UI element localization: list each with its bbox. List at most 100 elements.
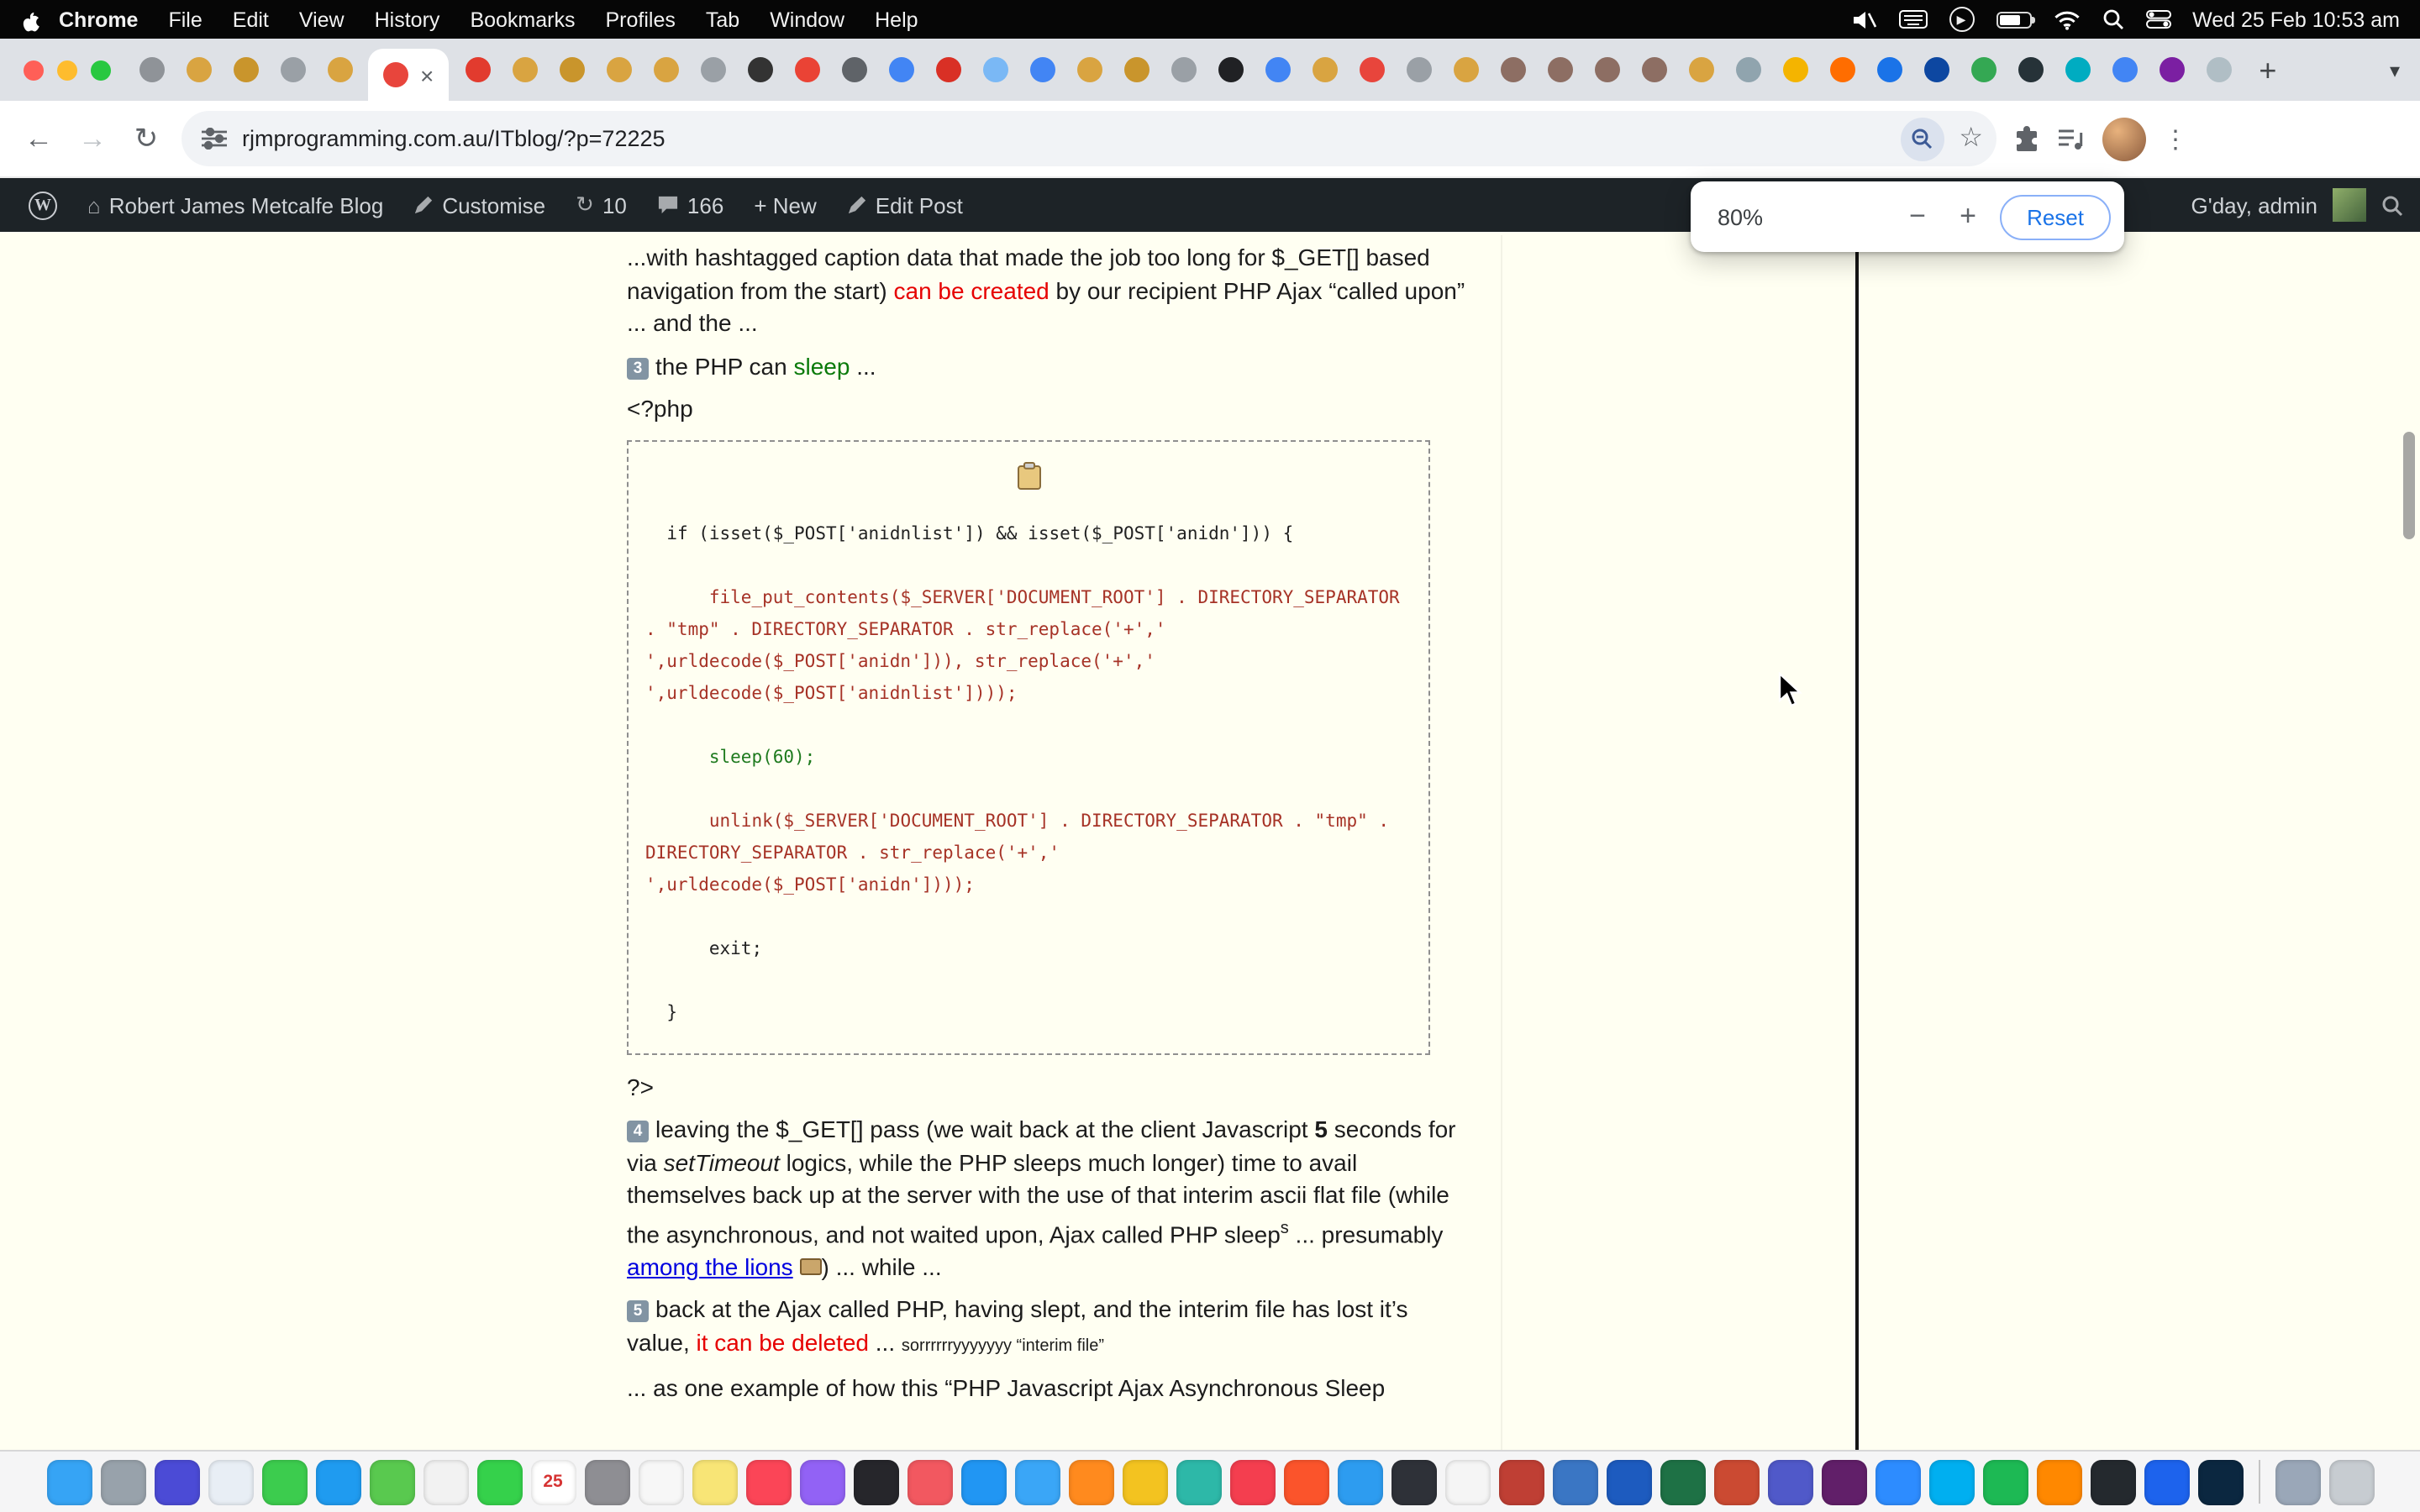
dock-excel-icon[interactable] xyxy=(1660,1459,1705,1504)
dock-downloads-icon[interactable] xyxy=(2275,1459,2320,1504)
tab-12[interactable] xyxy=(700,57,725,82)
tab-35[interactable] xyxy=(1782,57,1807,82)
tab-34[interactable] xyxy=(1735,57,1760,82)
dock-terminal-icon[interactable] xyxy=(1391,1459,1436,1504)
menu-item-view[interactable]: View xyxy=(284,8,360,31)
admin-search-icon[interactable] xyxy=(2381,194,2403,216)
media-controls-icon[interactable] xyxy=(2057,127,2086,150)
dock-music-icon[interactable] xyxy=(745,1459,791,1504)
tab-22[interactable] xyxy=(1171,57,1196,82)
tab-42[interactable] xyxy=(2112,57,2137,82)
dock-calendar-icon[interactable]: 25 xyxy=(530,1459,576,1504)
menu-item-history[interactable]: History xyxy=(360,8,455,31)
dock-safari-icon[interactable] xyxy=(1014,1459,1060,1504)
site-settings-icon[interactable] xyxy=(202,128,227,150)
dock-vscode-icon[interactable] xyxy=(1337,1459,1382,1504)
dock-slack-icon[interactable] xyxy=(1821,1459,1866,1504)
tab-search-icon[interactable]: ▾ xyxy=(2390,58,2400,81)
dock-chrome-icon[interactable] xyxy=(1122,1459,1167,1504)
tab-38[interactable] xyxy=(1923,57,1949,82)
tab-3[interactable] xyxy=(233,57,258,82)
tab-31[interactable] xyxy=(1594,57,1619,82)
dock-tv-icon[interactable] xyxy=(853,1459,898,1504)
apple-icon[interactable] xyxy=(20,8,40,31)
browser-menu-icon[interactable]: ⋮ xyxy=(2163,123,2188,154)
dock-filezilla-icon[interactable] xyxy=(1498,1459,1544,1504)
updates-link[interactable]: ↻ 10 xyxy=(560,178,642,232)
tab-30[interactable] xyxy=(1547,57,1572,82)
menu-item-chrome[interactable]: Chrome xyxy=(44,8,153,31)
tab-9[interactable] xyxy=(559,57,584,82)
tab-20[interactable] xyxy=(1076,57,1102,82)
profile-avatar[interactable] xyxy=(2102,117,2146,160)
among-the-lions-link[interactable]: among the lions xyxy=(627,1252,793,1279)
tab-40[interactable] xyxy=(2018,57,2043,82)
dock-skype-icon[interactable] xyxy=(1928,1459,1974,1504)
tab-37[interactable] xyxy=(1876,57,1902,82)
tab-32[interactable] xyxy=(1641,57,1666,82)
site-name-link[interactable]: ⌂ Robert James Metcalfe Blog xyxy=(72,178,398,232)
zoom-indicator-icon[interactable] xyxy=(1900,117,1944,160)
back-icon[interactable]: ← xyxy=(20,122,57,155)
dock-siri-icon[interactable] xyxy=(154,1459,199,1504)
menu-item-edit[interactable]: Edit xyxy=(218,8,284,31)
tab-23[interactable] xyxy=(1218,57,1243,82)
copy-code-icon[interactable] xyxy=(1016,461,1041,501)
spotlight-icon[interactable] xyxy=(2102,8,2123,30)
minimize-window-button[interactable] xyxy=(57,60,77,80)
tab-44[interactable] xyxy=(2206,57,2231,82)
menu-item-profiles[interactable]: Profiles xyxy=(591,8,691,31)
dock-finder-icon[interactable] xyxy=(46,1459,92,1504)
omnibox[interactable]: rjmprogramming.com.au/ITblog/?p=72225 ☆ xyxy=(182,111,1996,166)
new-post-link[interactable]: + New xyxy=(739,178,831,232)
tab-43[interactable] xyxy=(2159,57,2184,82)
dock-podcasts-icon[interactable] xyxy=(799,1459,844,1504)
tab-4[interactable] xyxy=(280,57,305,82)
tab-33[interactable] xyxy=(1688,57,1713,82)
dock-launchpad-icon[interactable] xyxy=(208,1459,253,1504)
dock-reminders-icon[interactable] xyxy=(638,1459,683,1504)
tab-27[interactable] xyxy=(1406,57,1431,82)
reload-icon[interactable]: ↻ xyxy=(128,122,165,155)
wp-logo-menu[interactable]: W xyxy=(13,178,72,232)
tab-21[interactable] xyxy=(1123,57,1149,82)
dock-zoom-icon[interactable] xyxy=(1875,1459,1920,1504)
close-window-button[interactable] xyxy=(24,60,44,80)
dock-photoshop-icon[interactable] xyxy=(2197,1459,2243,1504)
battery-icon[interactable] xyxy=(1996,11,2031,28)
extensions-icon[interactable] xyxy=(2013,125,2040,152)
dock-word-icon[interactable] xyxy=(1606,1459,1651,1504)
tab-14[interactable] xyxy=(794,57,819,82)
greeting-label[interactable]: G'day, admin xyxy=(2191,192,2317,218)
bookmark-star-icon[interactable]: ☆ xyxy=(1959,125,1983,152)
dock-notes-icon[interactable] xyxy=(692,1459,737,1504)
dock-photos-icon[interactable] xyxy=(423,1459,468,1504)
dock-mail-icon[interactable] xyxy=(315,1459,360,1504)
dock-trash-icon[interactable] xyxy=(2328,1459,2374,1504)
dock-edge-icon[interactable] xyxy=(1176,1459,1221,1504)
tab-18[interactable] xyxy=(982,57,1007,82)
zoom-out-button[interactable]: − xyxy=(1892,200,1943,234)
dock-news-icon[interactable] xyxy=(907,1459,952,1504)
dock-opera-icon[interactable] xyxy=(1229,1459,1275,1504)
tab-7[interactable] xyxy=(465,57,490,82)
dock-maps-icon[interactable] xyxy=(369,1459,414,1504)
dock-powerpoint-icon[interactable] xyxy=(1713,1459,1759,1504)
customise-link[interactable]: Customise xyxy=(398,178,560,232)
new-tab-button[interactable]: + xyxy=(2259,55,2276,85)
comments-link[interactable]: 166 xyxy=(642,178,739,232)
control-center-icon[interactable] xyxy=(2145,10,2170,29)
tab-24[interactable] xyxy=(1265,57,1290,82)
tab-5[interactable] xyxy=(327,57,352,82)
active-tab[interactable]: × xyxy=(368,49,449,101)
scrollbar-thumb[interactable] xyxy=(2403,432,2415,539)
dock-vlc-icon[interactable] xyxy=(2036,1459,2081,1504)
tab-26[interactable] xyxy=(1359,57,1384,82)
now-playing-icon[interactable]: ▶ xyxy=(1949,7,1974,32)
edit-post-link[interactable]: Edit Post xyxy=(832,178,978,232)
tab-19[interactable] xyxy=(1029,57,1055,82)
tab-17[interactable] xyxy=(935,57,960,82)
url-text[interactable]: rjmprogramming.com.au/ITblog/?p=72225 xyxy=(242,126,666,151)
dock-appstore-icon[interactable] xyxy=(960,1459,1006,1504)
menu-item-help[interactable]: Help xyxy=(860,8,933,31)
